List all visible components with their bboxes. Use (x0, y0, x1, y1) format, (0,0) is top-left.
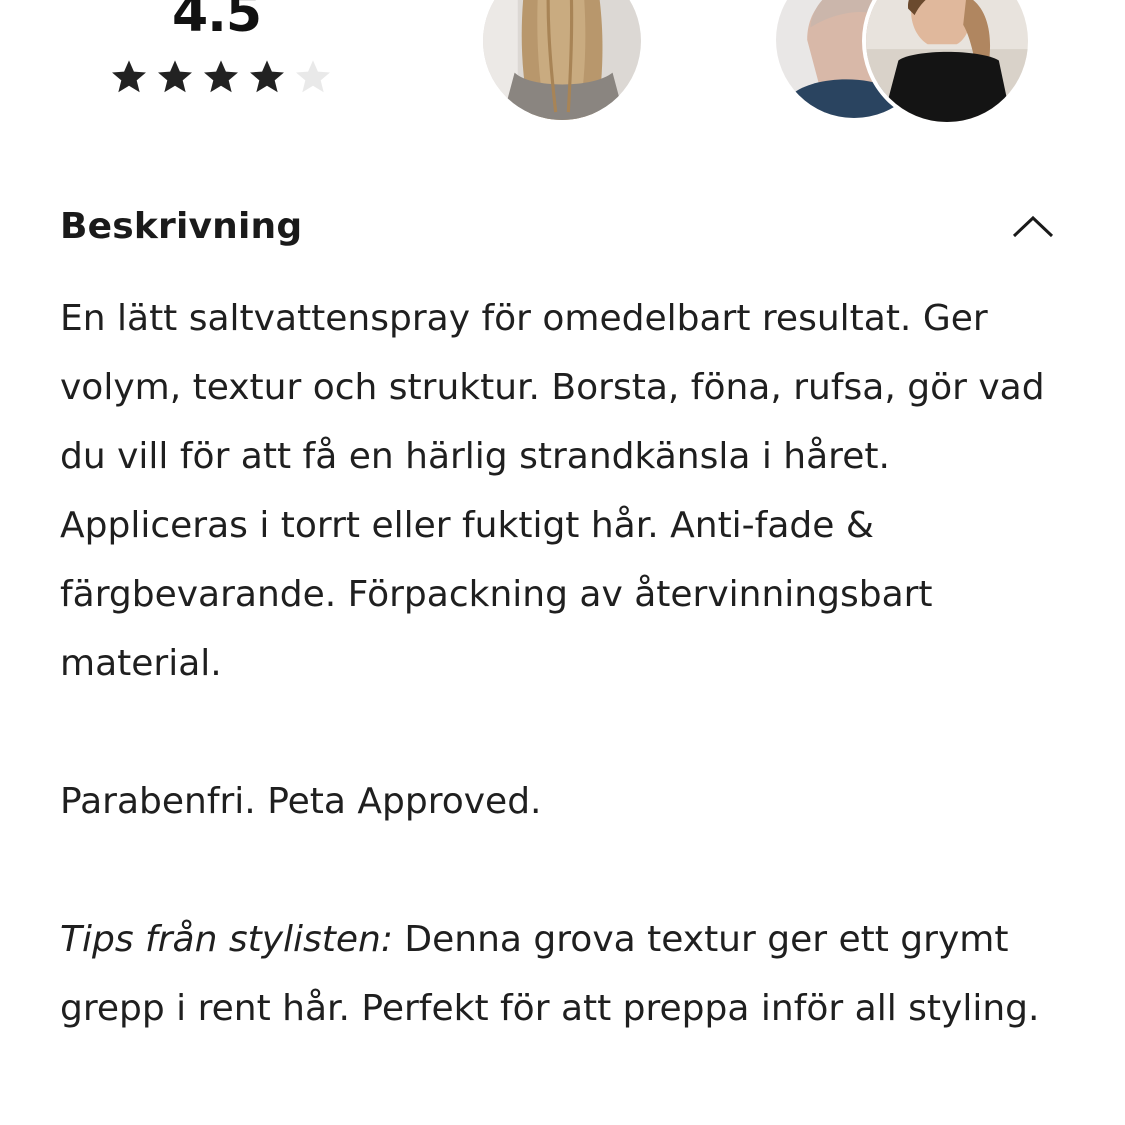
chevron-up-icon[interactable] (1008, 206, 1058, 246)
tip-label: Tips från stylisten: (60, 919, 393, 960)
star-icon-empty (292, 56, 334, 98)
star-icon-filled (200, 56, 242, 98)
product-page: 4.5 Beskrivning En lätt saltvattenspray … (0, 0, 1125, 1125)
description-header[interactable]: Beskrivning (60, 196, 1060, 256)
review-photo-long-blonde-hair[interactable] (479, 0, 645, 124)
description-paragraph: Parabenfri. Peta Approved. (60, 781, 542, 822)
section-title: Beskrivning (60, 205, 303, 247)
stylist-tip: Tips från stylisten: Denna grova textur … (60, 905, 1080, 1043)
description-body: En lätt saltvattenspray för omedelbart r… (60, 284, 1080, 1043)
star-icon-filled (154, 56, 196, 98)
rating-stars[interactable] (108, 56, 334, 98)
description-paragraph: En lätt saltvattenspray för omedelbart r… (60, 298, 1045, 684)
rating-value: 4.5 (172, 0, 262, 44)
star-icon-filled (246, 56, 288, 98)
star-icon-filled (108, 56, 150, 98)
